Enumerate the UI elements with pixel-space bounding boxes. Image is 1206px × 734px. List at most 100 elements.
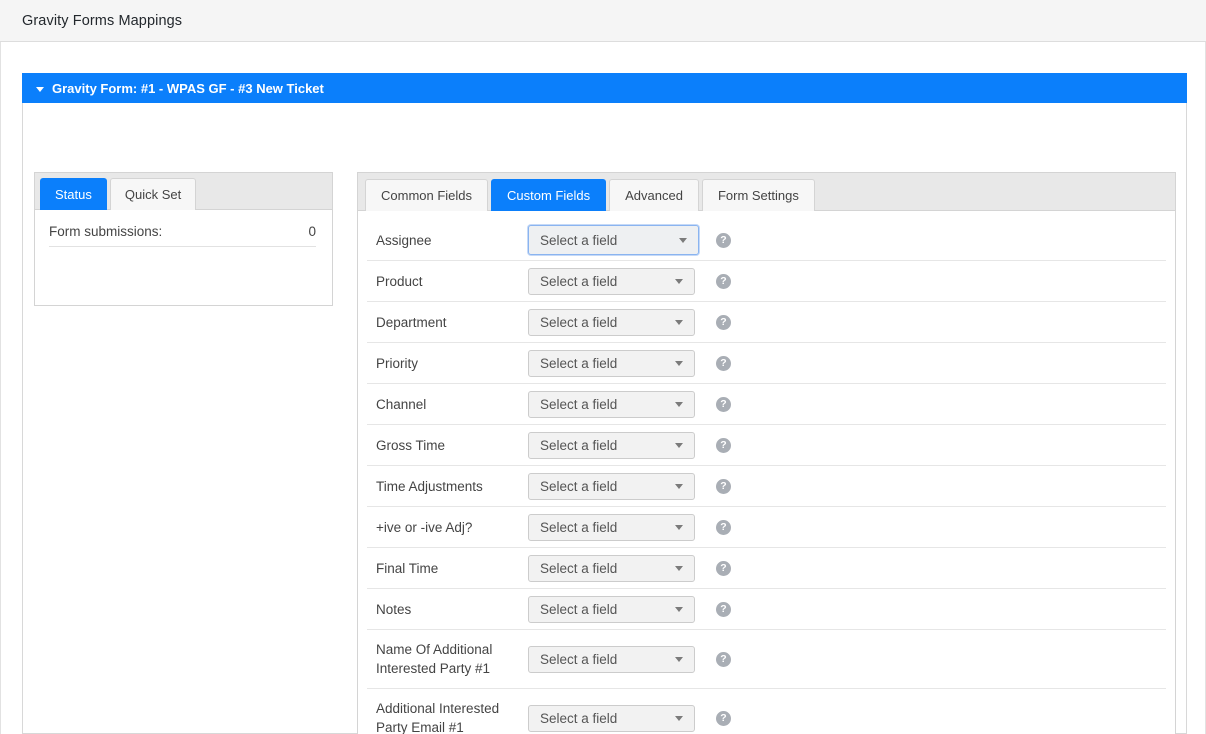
chevron-down-icon: [675, 442, 683, 448]
help-icon[interactable]: ?: [716, 437, 731, 453]
mapping-panel: Common Fields Custom Fields Advanced For…: [357, 172, 1176, 734]
mapping-row: Gross Time Select a field?: [367, 425, 1166, 466]
tab-common-fields[interactable]: Common Fields: [365, 179, 489, 211]
form-accordion-header[interactable]: Gravity Form: #1 - WPAS GF - #3 New Tick…: [22, 73, 1187, 103]
chevron-down-icon: [675, 401, 683, 407]
chevron-down-icon: [675, 360, 683, 366]
mapping-row-label: Assignee: [376, 232, 432, 248]
mapping-row: Priority Select a field?: [367, 343, 1166, 384]
page-title: Gravity Forms Mappings: [22, 12, 183, 29]
help-icon[interactable]: ?: [716, 651, 731, 667]
tab-custom-fields[interactable]: Custom Fields: [491, 179, 607, 211]
tab-quick-set[interactable]: Quick Set: [109, 178, 197, 210]
help-icon[interactable]: ?: [716, 519, 731, 535]
mapping-select-wrapper: Select a field: [528, 513, 703, 541]
mapping-select-wrapper: Select a field: [528, 349, 703, 377]
mapping-row-label: Channel: [376, 396, 427, 412]
chevron-down-icon: [679, 237, 687, 243]
help-icon[interactable]: ?: [716, 396, 731, 412]
mapping-row-label: Notes: [376, 601, 412, 617]
mapping-row: Department Select a field?: [367, 302, 1166, 343]
field-select-value: Select a field: [540, 560, 618, 576]
field-select-value: Select a field: [540, 710, 618, 726]
field-select[interactable]: Select a field: [528, 645, 695, 673]
tab-form-settings[interactable]: Form Settings: [701, 179, 815, 211]
mapping-row-label: Final Time: [376, 560, 439, 576]
field-select[interactable]: Select a field: [528, 431, 695, 459]
field-select[interactable]: Select a field: [528, 554, 695, 582]
field-select-value: Select a field: [540, 651, 618, 667]
help-icon[interactable]: ?: [716, 710, 731, 726]
help-icon[interactable]: ?: [716, 601, 731, 617]
field-select[interactable]: Select a field: [528, 225, 699, 255]
help-icon[interactable]: ?: [716, 232, 731, 248]
mapping-row-label: Additional Interested Party Email #1: [376, 701, 500, 734]
mapping-row: Name Of Additional Interested Party #1 Se…: [367, 630, 1166, 689]
field-select[interactable]: Select a field: [528, 349, 695, 377]
tab-status[interactable]: Status: [40, 178, 107, 210]
mapping-select-wrapper: Select a field: [528, 704, 703, 732]
form-submissions-value: 0: [308, 224, 316, 239]
field-select-value: Select a field: [540, 314, 618, 330]
mapping-row-label: Priority: [376, 355, 419, 371]
mapping-row-label: Name Of Additional Interested Party #1: [376, 642, 493, 676]
mapping-select-wrapper: Select a field: [528, 554, 703, 582]
field-select[interactable]: Select a field: [528, 390, 695, 418]
mapping-row: Assignee Select a field?: [367, 220, 1166, 261]
top-bar: Gravity Forms Mappings: [0, 0, 1206, 42]
chevron-down-icon: [675, 319, 683, 325]
mapping-select-wrapper: Select a field: [528, 472, 703, 500]
field-select[interactable]: Select a field: [528, 308, 695, 336]
mapping-row: Additional Interested Party Email #1 Sele…: [367, 689, 1166, 734]
chevron-down-icon: [675, 278, 683, 284]
mapping-row-label: Product: [376, 273, 423, 289]
mapping-row-list: Assignee Select a field? Product Select a f…: [358, 211, 1175, 734]
mapping-row: Notes Select a field?: [367, 589, 1166, 630]
mapping-row: Final Time Select a field?: [367, 548, 1166, 589]
chevron-down-icon: [675, 524, 683, 530]
mapping-row-label: Gross Time: [376, 437, 446, 453]
help-icon[interactable]: ?: [716, 355, 731, 371]
field-select-value: Select a field: [540, 273, 618, 289]
mapping-row: Product Select a field?: [367, 261, 1166, 302]
status-panel-body: Form submissions: 0: [35, 210, 332, 247]
chevron-down-icon: [675, 483, 683, 489]
tab-advanced[interactable]: Advanced: [609, 179, 699, 211]
chevron-down-icon: [675, 565, 683, 571]
mapping-select-wrapper: Select a field: [528, 390, 703, 418]
mapping-row-label: +ive or -ive Adj?: [376, 519, 473, 535]
mapping-row-label: Time Adjustments: [376, 478, 483, 494]
help-icon[interactable]: ?: [716, 273, 731, 289]
chevron-down-icon: [675, 715, 683, 721]
field-select-value: Select a field: [540, 601, 618, 617]
field-select[interactable]: Select a field: [528, 513, 695, 541]
mapping-select-wrapper: Select a field: [528, 267, 703, 295]
field-select[interactable]: Select a field: [528, 472, 695, 500]
help-icon[interactable]: ?: [716, 560, 731, 576]
page-body: Gravity Form: #1 - WPAS GF - #3 New Tick…: [0, 42, 1206, 734]
field-select[interactable]: Select a field: [528, 595, 695, 623]
field-select-value: Select a field: [540, 437, 618, 453]
field-select[interactable]: Select a field: [528, 267, 695, 295]
field-select-value: Select a field: [540, 355, 618, 371]
chevron-down-icon: [675, 606, 683, 612]
chevron-down-icon: [675, 656, 683, 662]
mapping-select-wrapper: Select a field: [528, 225, 703, 255]
form-submissions-label: Form submissions:: [49, 224, 163, 239]
status-tabbar: Status Quick Set: [35, 173, 332, 210]
field-select-value: Select a field: [540, 478, 618, 494]
form-submissions-row: Form submissions: 0: [49, 224, 316, 247]
mapping-row: +ive or -ive Adj? Select a field?: [367, 507, 1166, 548]
help-icon[interactable]: ?: [716, 314, 731, 330]
field-select-value: Select a field: [540, 396, 618, 412]
status-panel: Status Quick Set Form submissions: 0: [34, 172, 333, 306]
chevron-down-icon: [36, 86, 44, 92]
mapping-select-wrapper: Select a field: [528, 431, 703, 459]
field-select-value: Select a field: [540, 519, 618, 535]
field-select[interactable]: Select a field: [528, 704, 695, 732]
help-icon[interactable]: ?: [716, 478, 731, 494]
mapping-select-wrapper: Select a field: [528, 595, 703, 623]
field-select-value: Select a field: [540, 232, 618, 248]
mapping-row-label: Department: [376, 314, 447, 330]
mapping-select-wrapper: Select a field: [528, 308, 703, 336]
